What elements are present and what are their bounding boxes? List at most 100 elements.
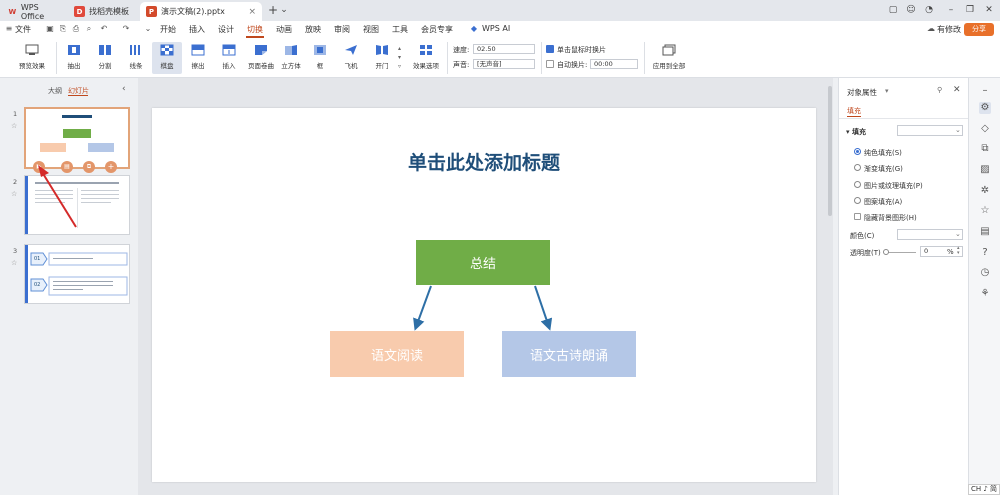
slide-number: 2 bbox=[13, 178, 18, 186]
radio-picture-fill[interactable] bbox=[854, 181, 861, 188]
open-door-icon bbox=[376, 45, 388, 55]
effect-label: 抽出 bbox=[67, 62, 81, 70]
input-method-indicator[interactable]: CH ♪ 简 bbox=[968, 484, 1000, 495]
modified-status[interactable]: 有修改 bbox=[937, 24, 961, 35]
history-icon[interactable]: ◷ bbox=[979, 267, 991, 279]
radio-solid-fill[interactable] bbox=[854, 148, 861, 155]
hide-background-checkbox[interactable] bbox=[854, 213, 861, 220]
speed-input[interactable]: 02.50 bbox=[473, 44, 535, 54]
apply-all-button[interactable]: 应用到全部 bbox=[650, 42, 688, 74]
layout-icon[interactable]: ▤ bbox=[979, 226, 991, 238]
favorite-icon[interactable]: ☆ bbox=[979, 205, 991, 217]
image-icon[interactable]: ▨ bbox=[979, 164, 991, 176]
menu-home[interactable]: 开始 bbox=[160, 24, 176, 35]
export-pdf-icon[interactable]: ⎘ bbox=[58, 24, 68, 34]
effect-options-button[interactable]: 效果选项 bbox=[409, 42, 443, 74]
save-icon[interactable]: ▣ bbox=[45, 24, 55, 34]
spinner-icon[interactable]: ▴ ▾ bbox=[957, 246, 960, 256]
add-slide-icon[interactable]: + bbox=[105, 161, 117, 173]
share-icon[interactable]: ⚘ bbox=[979, 288, 991, 300]
canvas-scrollbar[interactable] bbox=[828, 86, 832, 216]
preview-button[interactable]: 预览效果 bbox=[14, 42, 50, 74]
hamburger-menu-icon[interactable]: ≡ bbox=[4, 24, 14, 34]
color-picker[interactable] bbox=[897, 229, 963, 240]
tab-outline[interactable]: 大纲 bbox=[48, 86, 62, 96]
presentation-icon: P bbox=[146, 6, 157, 17]
copy-slide-icon[interactable]: ⧉ bbox=[83, 161, 95, 173]
tab-presentation[interactable]: P 演示文稿(2).pptx × bbox=[140, 2, 262, 21]
menu-tools[interactable]: 工具 bbox=[392, 24, 408, 35]
option-label: 纯色填充(S) bbox=[864, 149, 902, 157]
slide-thumbnail-2[interactable] bbox=[24, 175, 130, 235]
tab-docer[interactable]: D 找稻壳模板 bbox=[68, 2, 138, 21]
minus-icon[interactable]: – bbox=[979, 85, 991, 97]
effect-airplane[interactable]: 飞机 bbox=[336, 42, 366, 74]
menu-file[interactable]: 文件 bbox=[15, 24, 31, 35]
tab-label: WPS Office bbox=[20, 2, 45, 21]
percent-sign: % bbox=[947, 248, 954, 256]
effect-pullout[interactable]: 抽出 bbox=[59, 42, 89, 74]
radio-pattern-fill[interactable] bbox=[854, 197, 861, 204]
properties-icon[interactable]: ⚙ bbox=[979, 102, 991, 114]
close-tab-icon[interactable]: × bbox=[248, 7, 256, 17]
effect-split[interactable]: 分割 bbox=[90, 42, 120, 74]
collapse-panel-icon[interactable]: ‹ bbox=[122, 84, 126, 94]
sound-select[interactable]: [无声音] bbox=[473, 59, 535, 69]
menu-member[interactable]: 会员专享 bbox=[421, 24, 453, 35]
play-slide-icon[interactable]: ▶ bbox=[33, 161, 45, 173]
pin-icon[interactable]: ⚲ bbox=[937, 86, 942, 94]
click-advance-checkbox[interactable] bbox=[546, 45, 554, 53]
menu-wps-ai[interactable]: WPS AI bbox=[482, 24, 510, 33]
menu-review[interactable]: 审阅 bbox=[334, 24, 350, 35]
effect-box[interactable]: 框 bbox=[305, 42, 335, 74]
gallery-scroll[interactable]: ▴ ▾ ▿ bbox=[398, 44, 401, 71]
magic-icon[interactable]: ✲ bbox=[979, 185, 991, 197]
auto-advance-checkbox[interactable] bbox=[546, 60, 554, 68]
auto-advance-time-input[interactable]: 00:00 bbox=[590, 59, 638, 69]
close-window-icon[interactable]: ✕ bbox=[983, 4, 995, 16]
panel-dropdown-icon[interactable]: ▾ bbox=[885, 87, 889, 95]
more-icon[interactable]: ⌄ bbox=[143, 24, 153, 34]
menu-view[interactable]: 视图 bbox=[363, 24, 379, 35]
window-layout-icon[interactable]: ▢ bbox=[887, 4, 899, 16]
menu-insert[interactable]: 插入 bbox=[189, 24, 205, 35]
undo-icon[interactable]: ↶ bbox=[99, 24, 109, 34]
effect-wipe[interactable]: 擦出 bbox=[183, 42, 213, 74]
copy-icon[interactable]: ⧉ bbox=[979, 143, 991, 155]
close-panel-icon[interactable]: ✕ bbox=[953, 85, 961, 95]
tab-wps-office[interactable]: W WPS Office bbox=[2, 2, 62, 21]
effect-label: 棋盘 bbox=[160, 62, 174, 70]
star-icon: ☆ bbox=[11, 122, 18, 130]
effect-checkerboard[interactable]: 棋盘 bbox=[152, 42, 182, 74]
menu-slideshow[interactable]: 放映 bbox=[305, 24, 321, 35]
menu-animation[interactable]: 动画 bbox=[276, 24, 292, 35]
effect-cube[interactable]: 立方体 bbox=[276, 42, 306, 74]
effect-insert[interactable]: 插入 bbox=[214, 42, 244, 74]
slide-thumbnail-1[interactable] bbox=[24, 107, 130, 169]
box-icon bbox=[314, 45, 326, 55]
print-preview-icon[interactable]: ⌕ bbox=[84, 24, 94, 34]
effect-lines[interactable]: 线条 bbox=[121, 42, 151, 74]
menu-design[interactable]: 设计 bbox=[218, 24, 234, 35]
redo-icon[interactable]: ↷ bbox=[121, 24, 131, 34]
fill-type-select[interactable] bbox=[897, 125, 963, 136]
minimize-icon[interactable]: – bbox=[945, 4, 957, 16]
menu-transitions[interactable]: 切换 bbox=[247, 24, 263, 35]
connector-arrows bbox=[413, 285, 553, 331]
user-icon[interactable]: ◔ bbox=[923, 4, 935, 16]
tab-fill[interactable]: 填充 bbox=[847, 106, 861, 116]
transparency-slider-handle[interactable] bbox=[883, 249, 889, 255]
effect-open-door[interactable]: 开门 bbox=[367, 42, 397, 74]
help-icon[interactable]: ? bbox=[979, 247, 991, 259]
skin-icon[interactable]: ☺ bbox=[905, 4, 917, 16]
effect-page-curl[interactable]: 页面卷曲 bbox=[245, 42, 277, 74]
slide-thumbnail-3[interactable]: 01 02 bbox=[24, 244, 130, 304]
radio-gradient-fill[interactable] bbox=[854, 164, 861, 171]
maximize-icon[interactable]: ❐ bbox=[964, 4, 976, 16]
comment-icon[interactable]: ▤ bbox=[61, 161, 73, 173]
print-icon[interactable]: ⎙ bbox=[71, 24, 81, 34]
slide-canvas[interactable]: 单击此处添加标题 总结 语文阅读 语文古诗朗诵 bbox=[152, 108, 816, 482]
shapes-icon[interactable]: ◇ bbox=[979, 123, 991, 135]
chevron-down-icon[interactable]: ⌄ bbox=[278, 4, 290, 16]
share-button[interactable]: 分享 bbox=[964, 23, 994, 36]
